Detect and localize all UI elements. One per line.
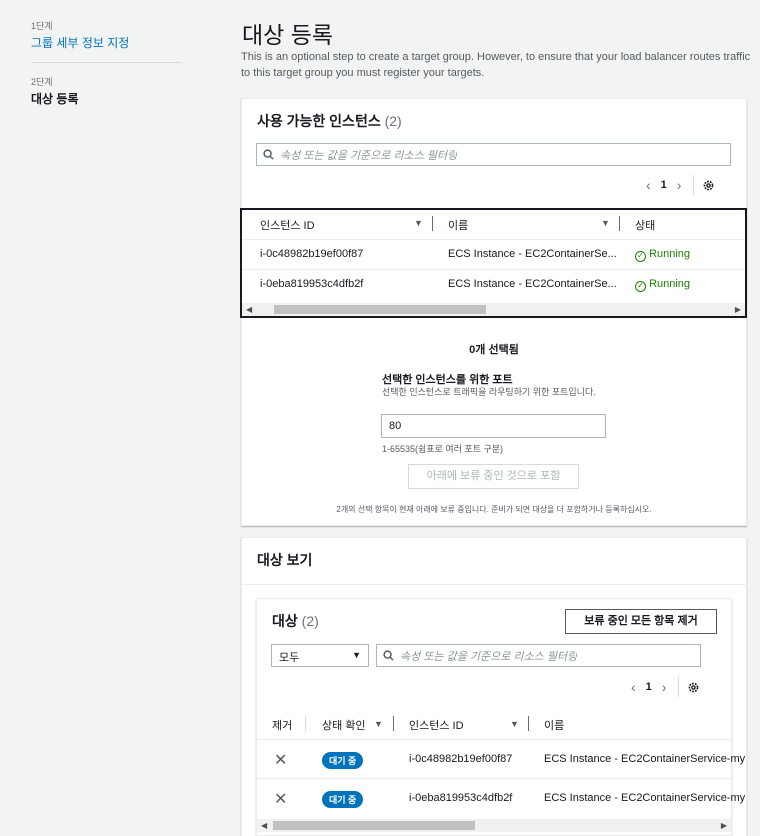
status-badge: 대기 중 [322, 791, 364, 808]
step-2-current: 대상 등록 [31, 92, 79, 106]
step-1-link[interactable]: 그룹 세부 정보 지정 [31, 34, 129, 51]
column-remove: 제거 [272, 720, 293, 732]
selected-count: 0개 선택됨 [469, 344, 519, 356]
target-row-1-name: ECS Instance - EC2ContainerService-my [544, 753, 746, 765]
column-instance-id[interactable]: 인스턴스 ID [409, 717, 464, 733]
scroll-right-icon[interactable]: ▶ [735, 303, 741, 316]
check-circle-icon: ✓ [635, 281, 646, 292]
row-2-instance-id: i-0eba819953c4dfb2f [260, 278, 364, 290]
port-hint: 1-65535(쉼표로 여러 포트 구분) [382, 444, 504, 454]
status-badge: 대기 중 [322, 752, 364, 769]
page-title: 대상 등록 [242, 22, 334, 48]
row-2-status: ✓ Running [635, 278, 690, 292]
target-row-1-instance-id: i-0c48982b19ef00f87 [409, 753, 513, 765]
sort-desc-icon[interactable]: ▼ [601, 218, 610, 228]
next-page-icon[interactable]: › [652, 679, 677, 695]
column-name[interactable]: 이름 [448, 217, 468, 233]
available-pagination: ‹ 1 › [636, 175, 715, 195]
row-1-name: ECS Instance - EC2ContainerSe... [448, 248, 617, 260]
scroll-thumb[interactable] [274, 305, 486, 314]
available-search-placeholder: 속성 또는 값을 기준으로 리소스 필터링 [280, 149, 458, 162]
scroll-thumb[interactable] [273, 821, 475, 830]
port-label: 선택한 인스턴스를 위한 포트 [382, 374, 513, 386]
caret-down-icon: ▼ [352, 650, 361, 660]
scroll-left-icon[interactable]: ◀ [246, 303, 252, 316]
targets-search-input[interactable]: 속성 또는 값을 기준으로 리소스 필터링 [376, 644, 701, 667]
scroll-left-icon[interactable]: ◀ [261, 819, 267, 832]
row-1-instance-id: i-0c48982b19ef00f87 [260, 248, 364, 260]
include-pending-button[interactable]: 아래에 보류 중인 것으로 포함 [408, 464, 579, 489]
next-page-icon[interactable]: › [667, 177, 692, 193]
step-2-number: 2단계 [31, 77, 53, 87]
remove-row-1-icon[interactable]: ✕ [274, 750, 287, 770]
remove-all-pending-button[interactable]: 보류 중인 모든 항목 제거 [565, 609, 717, 634]
sort-desc-icon[interactable]: ▼ [374, 719, 383, 729]
column-name[interactable]: 이름 [544, 717, 564, 733]
target-row-2-instance-id: i-0eba819953c4dfb2f [409, 792, 513, 804]
available-instances-table: 인스턴스 ID ▼ 이름 ▼ 상태 i-0c48982b19ef00f87 EC… [240, 208, 747, 318]
port-input[interactable]: 80 [381, 414, 606, 438]
gear-icon[interactable] [687, 681, 700, 694]
sort-desc-icon[interactable]: ▼ [414, 218, 423, 228]
horizontal-scrollbar[interactable]: ◀ ▶ [242, 303, 745, 316]
targets-pagination: ‹ 1 › [621, 677, 700, 697]
row-1-status: ✓ Running [635, 248, 690, 262]
column-status[interactable]: 상태 [635, 217, 655, 233]
row-2-name: ECS Instance - EC2ContainerSe... [448, 278, 617, 290]
pending-note: 2개의 선택 항목이 현재 아래에 보류 중입니다. 준비가 되면 대상을 더 … [336, 505, 652, 514]
port-description: 선택한 인스턴스로 트래픽을 라우팅하기 위한 포트입니다. [382, 387, 596, 397]
sort-desc-icon[interactable]: ▼ [510, 719, 519, 729]
filter-select[interactable]: 모두 ▼ [271, 644, 369, 667]
targets-title: 대상 (2) [272, 613, 319, 629]
sidebar-divider [31, 62, 181, 63]
targets-search-placeholder: 속성 또는 값을 기준으로 리소스 필터링 [400, 650, 578, 663]
available-search-input[interactable]: 속성 또는 값을 기준으로 리소스 필터링 [256, 143, 731, 166]
review-targets-title: 대상 보기 [257, 552, 313, 568]
horizontal-scrollbar[interactable]: ◀ ▶ [257, 819, 731, 832]
target-row-2-name: ECS Instance - EC2ContainerService-my [544, 792, 746, 804]
remove-row-2-icon[interactable]: ✕ [274, 789, 287, 809]
column-instance-id[interactable]: 인스턴스 ID [260, 217, 315, 233]
targets-container: 대상 (2) 보류 중인 모든 항목 제거 모두 ▼ 속성 또는 값을 기준으로… [256, 598, 745, 836]
scroll-right-icon[interactable]: ▶ [721, 819, 727, 832]
column-health-check[interactable]: 상태 확인 [322, 717, 366, 733]
step-1-number: 1단계 [31, 21, 53, 31]
check-circle-icon: ✓ [635, 251, 646, 262]
search-icon [263, 149, 274, 160]
available-instances-title: 사용 가능한 인스턴스 (2) [257, 113, 402, 129]
prev-page-icon[interactable]: ‹ [636, 177, 661, 193]
gear-icon[interactable] [702, 179, 715, 192]
search-icon [383, 650, 394, 661]
prev-page-icon[interactable]: ‹ [621, 679, 646, 695]
page-description: This is an optional step to create a tar… [241, 51, 751, 79]
